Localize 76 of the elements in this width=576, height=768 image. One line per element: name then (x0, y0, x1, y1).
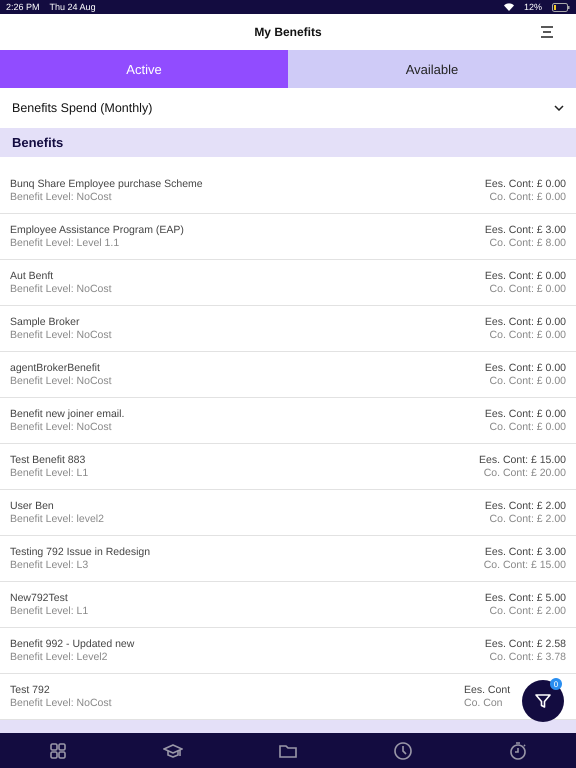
benefit-row[interactable]: Aut Benft Benefit Level: NoCost Ees. Cont: £ 0.00 Co. Cont: £ 0.00 (0, 260, 576, 306)
benefit-name: agentBrokerBenefit (10, 362, 100, 374)
battery-percent: 12% (524, 2, 542, 12)
employee-contribution: Ees. Cont: £ 3.00 (484, 224, 566, 236)
company-contribution: Co. Cont: £ 8.00 (490, 237, 566, 249)
status-date: Thu 24 Aug (50, 2, 96, 12)
status-time: 2:26 PM (6, 2, 40, 12)
company-contribution: Co. Cont: £ 20.00 (484, 467, 566, 479)
benefit-level: Benefit Level: NoCost (10, 283, 112, 295)
company-contribution: Co. Cont: £ 0.00 (490, 329, 566, 341)
benefit-level: Benefit Level: NoCost (10, 329, 112, 341)
company-contribution: Co. Cont: £ 2.00 (490, 513, 566, 525)
benefit-name: Bunq Share Employee purchase Scheme (10, 178, 203, 190)
benefit-name: Test Benefit 883 (10, 454, 86, 466)
benefit-row[interactable]: Sample Broker Benefit Level: NoCost Ees. Cont: £ 0.00 Co. Cont: £ 0.00 (0, 306, 576, 352)
benefit-level: Benefit Level: NoCost (10, 697, 112, 709)
grid-icon[interactable] (48, 740, 68, 760)
company-contribution: Co. Cont: £ 3.78 (490, 651, 566, 663)
company-contribution: Co. Cont: £ 2.00 (490, 605, 566, 617)
employee-contribution: Ees. Cont: £ 5.00 (484, 592, 566, 604)
benefit-row[interactable]: Bunq Share Employee purchase Scheme Benefit Level: NoCost Ees. Cont: £ 0.00 Co. Cont: £ 0.00 (0, 168, 576, 214)
employee-contribution: Ees. Cont: £ 2.58 (484, 638, 566, 650)
benefit-name: Sample Broker (10, 316, 80, 328)
benefit-row[interactable]: Benefit new joiner email. Benefit Level: NoCost Ees. Cont: £ 0.00 Co. Cont: £ 0.00 (0, 398, 576, 444)
benefit-name: User Ben (10, 500, 54, 512)
company-contribution: Co. Con (464, 697, 503, 709)
company-contribution: Co. Cont: £ 0.00 (490, 191, 566, 203)
benefit-level: Benefit Level: Level 1.1 (10, 237, 120, 249)
benefit-row[interactable]: User Ben Benefit Level: level2 Ees. Cont: £ 2.00 Co. Cont: £ 2.00 (0, 490, 576, 536)
benefit-name: Aut Benft (10, 270, 54, 282)
benefit-row[interactable]: agentBrokerBenefit Benefit Level: NoCost Ees. Cont: £ 0.00 Co. Cont: £ 0.00 (0, 352, 576, 398)
employee-contribution: Ees. Cont: £ 2.00 (484, 500, 566, 512)
filter-button[interactable] (522, 680, 564, 722)
benefit-row[interactable]: Test Benefit 883 Benefit Level: L1 Ees. Cont: £ 15.00 Co. Cont: £ 20.00 (0, 444, 576, 490)
benefit-level: Benefit Level: level2 (10, 513, 104, 525)
benefit-name: New792Test (10, 592, 68, 604)
benefit-level: Benefit Level: L1 (10, 605, 88, 617)
benefit-level: Benefit Level: NoCost (10, 375, 112, 387)
employee-contribution: Ees. Cont: £ 15.00 (479, 454, 566, 466)
benefit-name: Employee Assistance Program (EAP) (10, 224, 184, 236)
chevron-down-icon (554, 105, 564, 111)
employee-contribution: Ees. Cont: £ 3.00 (484, 546, 566, 558)
company-contribution: Co. Cont: £ 15.00 (484, 559, 566, 571)
benefit-name: Benefit new joiner email. (10, 408, 124, 420)
benefit-name: Test 792 (10, 684, 50, 696)
benefit-level: Benefit Level: L3 (10, 559, 88, 571)
filter-count-badge: 0 (550, 678, 562, 690)
benefit-name: Benefit 992 - Updated new (10, 638, 134, 650)
stopwatch-icon[interactable] (508, 740, 528, 760)
employee-contribution: Ees. Cont: £ 0.00 (484, 362, 566, 374)
employee-contribution: Ees. Cont (464, 684, 510, 696)
company-contribution: Co. Cont: £ 0.00 (490, 421, 566, 433)
benefit-level: Benefit Level: L1 (10, 467, 88, 479)
benefit-row[interactable]: Benefit 992 - Updated new Benefit Level: Level2 Ees. Cont: £ 2.58 Co. Cont: £ 3.78 (0, 628, 576, 674)
employee-contribution: Ees. Cont: £ 0.00 (484, 178, 566, 190)
employee-contribution: Ees. Cont: £ 0.00 (484, 316, 566, 328)
tab[interactable]: Active (0, 50, 288, 88)
benefit-level: Benefit Level: NoCost (10, 191, 112, 203)
page-title: My Benefits (254, 25, 322, 39)
wifi-icon (504, 3, 514, 11)
benefit-level: Benefit Level: NoCost (10, 421, 112, 433)
benefit-level: Benefit Level: Level2 (10, 651, 108, 663)
clock-icon[interactable] (393, 740, 414, 760)
benefit-row[interactable]: New792Test Benefit Level: L1 Ees. Cont: £ 5.00 Co. Cont: £ 2.00 (0, 582, 576, 628)
benefit-row[interactable]: Testing 792 Issue in Redesign Benefit Level: L3 Ees. Cont: £ 3.00 Co. Cont: £ 15.00 (0, 536, 576, 582)
filter-icon (534, 692, 552, 710)
employee-contribution: Ees. Cont: £ 0.00 (484, 408, 566, 420)
benefit-name: Testing 792 Issue in Redesign (10, 546, 150, 558)
section-title: Benefits (12, 135, 64, 150)
menu-icon[interactable] (540, 25, 554, 39)
employee-contribution: Ees. Cont: £ 0.00 (484, 270, 566, 282)
battery-icon (552, 2, 570, 12)
company-contribution: Co. Cont: £ 0.00 (490, 283, 566, 295)
company-contribution: Co. Cont: £ 0.00 (490, 375, 566, 387)
tab[interactable]: Available (288, 50, 576, 88)
benefit-row[interactable]: Employee Assistance Program (EAP) Benefit Level: Level 1.1 Ees. Cont: £ 3.00 Co. Cont: £ 8.00 (0, 214, 576, 260)
